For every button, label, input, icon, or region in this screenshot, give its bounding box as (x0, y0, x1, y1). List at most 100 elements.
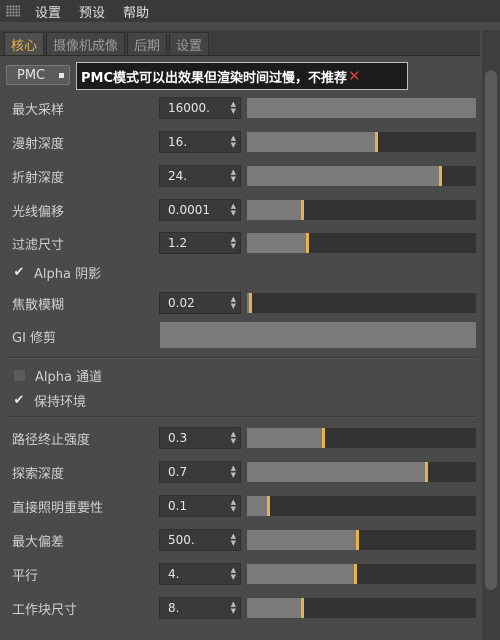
keep-environment-label: 保持环境 (34, 394, 87, 410)
spinner-arrows-icon[interactable]: ▲ ▼ (231, 533, 236, 547)
grip-icon[interactable] (6, 5, 20, 17)
menu-bar: 设置 预设 帮助 (0, 0, 500, 22)
field-value: 0.02 (168, 296, 195, 310)
param-row-max-samples: 最大采样 16000. ▲ ▼ (0, 95, 480, 121)
slider-fill (247, 98, 476, 118)
spinner-arrows-icon[interactable]: ▲ ▼ (231, 431, 236, 445)
param-label: 折射深度 (12, 171, 65, 186)
number-field[interactable]: 0.0001 ▲ ▼ (159, 199, 241, 221)
spinner-arrows-icon[interactable]: ▲ ▼ (231, 101, 236, 115)
slider-fill (247, 233, 309, 253)
spinner-arrows-icon[interactable]: ▲ ▼ (231, 203, 236, 217)
spinner-arrows-icon[interactable]: ▲ ▼ (231, 465, 236, 479)
param-label: 工作块尺寸 (12, 603, 78, 618)
field-value: 24. (168, 169, 188, 183)
scrollbar[interactable] (482, 30, 500, 640)
number-field[interactable]: 4. ▲ ▼ (159, 563, 241, 585)
alpha-shadow-option[interactable]: ✔ Alpha 阴影 (12, 262, 102, 282)
number-field[interactable]: 16. ▲ ▼ (159, 131, 241, 153)
param-label: 直接照明重要性 (12, 501, 104, 516)
number-field[interactable]: 0.3 ▲ ▼ (159, 427, 241, 449)
param-slider[interactable] (247, 98, 476, 118)
param-row-focus-blur: 焦散模糊 0.02 ▲ ▼ (0, 290, 480, 316)
keep-environment-option[interactable]: ✔ 保持环境 (12, 390, 86, 410)
param-slider[interactable] (247, 233, 476, 253)
spinner-arrows-icon[interactable]: ▲ ▼ (231, 135, 236, 149)
field-value: 8. (168, 601, 180, 615)
field-value: 1.2 (168, 236, 188, 250)
field-value: 0.7 (168, 465, 188, 479)
menu-presets[interactable]: 预设 (70, 2, 114, 21)
param-slider[interactable] (247, 496, 476, 516)
param-label: 漫射深度 (12, 137, 65, 152)
number-field[interactable]: 0.02 ▲ ▼ (159, 292, 241, 314)
param-slider[interactable] (247, 564, 476, 584)
param-label: 路径终止强度 (12, 433, 91, 448)
spinner-arrows-icon[interactable]: ▲ ▼ (231, 169, 236, 183)
param-slider[interactable] (247, 166, 476, 186)
param-row-max-deviation: 最大偏差 500. ▲ ▼ (0, 527, 480, 553)
alpha-channel-option[interactable]: Alpha 通道 (12, 365, 102, 385)
slider-fill (247, 496, 270, 516)
param-slider[interactable] (247, 462, 476, 482)
field-value: 0.3 (168, 431, 188, 445)
param-slider[interactable] (247, 293, 476, 313)
tab-bar: 核心 摄像机成像 后期 设置 (0, 30, 480, 56)
gi-clamp-label: GI 修剪 (12, 331, 57, 346)
slider-fill (247, 530, 360, 550)
checkbox-icon[interactable] (14, 369, 25, 381)
menu-help[interactable]: 帮助 (114, 2, 158, 21)
annotation-text: PMC模式可以出效果但渲染时间过慢，不推荐 (81, 70, 348, 86)
tab-camera-imaging[interactable]: 摄像机成像 (46, 32, 126, 55)
checkmark-icon[interactable]: ✔ (12, 265, 26, 280)
param-row-exploration-depth: 探索深度 0.7 ▲ ▼ (0, 459, 480, 485)
field-value: 500. (168, 533, 195, 547)
menu-settings[interactable]: 设置 (26, 2, 70, 21)
param-row-filter-size: 过滤尺寸 1.2 ▲ ▼ (0, 230, 480, 256)
number-field[interactable]: 500. ▲ ▼ (159, 529, 241, 551)
param-row-refraction-depth: 折射深度 24. ▲ ▼ (0, 163, 480, 189)
number-field[interactable]: 24. ▲ ▼ (159, 165, 241, 187)
param-row-ray-offset: 光线偏移 0.0001 ▲ ▼ (0, 197, 480, 223)
number-field[interactable]: 16000. ▲ ▼ (159, 97, 241, 119)
slider-fill (247, 564, 357, 584)
tab-settings[interactable]: 设置 (169, 32, 210, 55)
param-row-parallel: 平行 4. ▲ ▼ (0, 561, 480, 587)
slider-fill (247, 462, 428, 482)
param-row-work-chunk-size: 工作块尺寸 8. ▲ ▼ (0, 595, 480, 621)
tab-core[interactable]: 核心 (4, 32, 45, 55)
slider-fill (247, 598, 305, 618)
kernel-mode-label: PMC (17, 67, 46, 83)
field-value: 4. (168, 567, 180, 581)
scrollbar-thumb[interactable] (485, 70, 497, 590)
checkmark-icon[interactable]: ✔ (12, 393, 26, 408)
param-row-diffuse-depth: 漫射深度 16. ▲ ▼ (0, 129, 480, 155)
spinner-arrows-icon[interactable]: ▲ ▼ (231, 567, 236, 581)
alpha-shadow-label: Alpha 阴影 (34, 266, 102, 282)
param-label: 探索深度 (12, 467, 65, 482)
param-slider[interactable] (247, 530, 476, 550)
number-field[interactable]: 8. ▲ ▼ (159, 597, 241, 619)
field-value: 16000. (168, 101, 210, 115)
spinner-arrows-icon[interactable]: ▲ ▼ (231, 296, 236, 310)
param-slider[interactable] (247, 428, 476, 448)
param-label: 最大偏差 (12, 535, 65, 550)
field-value: 0.1 (168, 499, 188, 513)
slider-fill (247, 166, 442, 186)
param-slider[interactable] (247, 598, 476, 618)
spinner-arrows-icon[interactable]: ▲ ▼ (231, 499, 236, 513)
spinner-arrows-icon[interactable]: ▲ ▼ (231, 601, 236, 615)
param-slider[interactable] (247, 200, 476, 220)
number-field[interactable]: 0.7 ▲ ▼ (159, 461, 241, 483)
tab-post[interactable]: 后期 (127, 32, 168, 55)
red-x-icon: ✕ (348, 67, 361, 85)
kernel-mode-dropdown[interactable]: PMC (6, 65, 70, 85)
gi-clamp-field[interactable] (160, 322, 476, 348)
param-label: 焦散模糊 (12, 298, 65, 313)
section-divider (6, 416, 476, 418)
param-slider[interactable] (247, 132, 476, 152)
number-field[interactable]: 1.2 ▲ ▼ (159, 232, 241, 254)
param-label: 过滤尺寸 (12, 238, 65, 253)
spinner-arrows-icon[interactable]: ▲ ▼ (231, 236, 236, 250)
number-field[interactable]: 0.1 ▲ ▼ (159, 495, 241, 517)
